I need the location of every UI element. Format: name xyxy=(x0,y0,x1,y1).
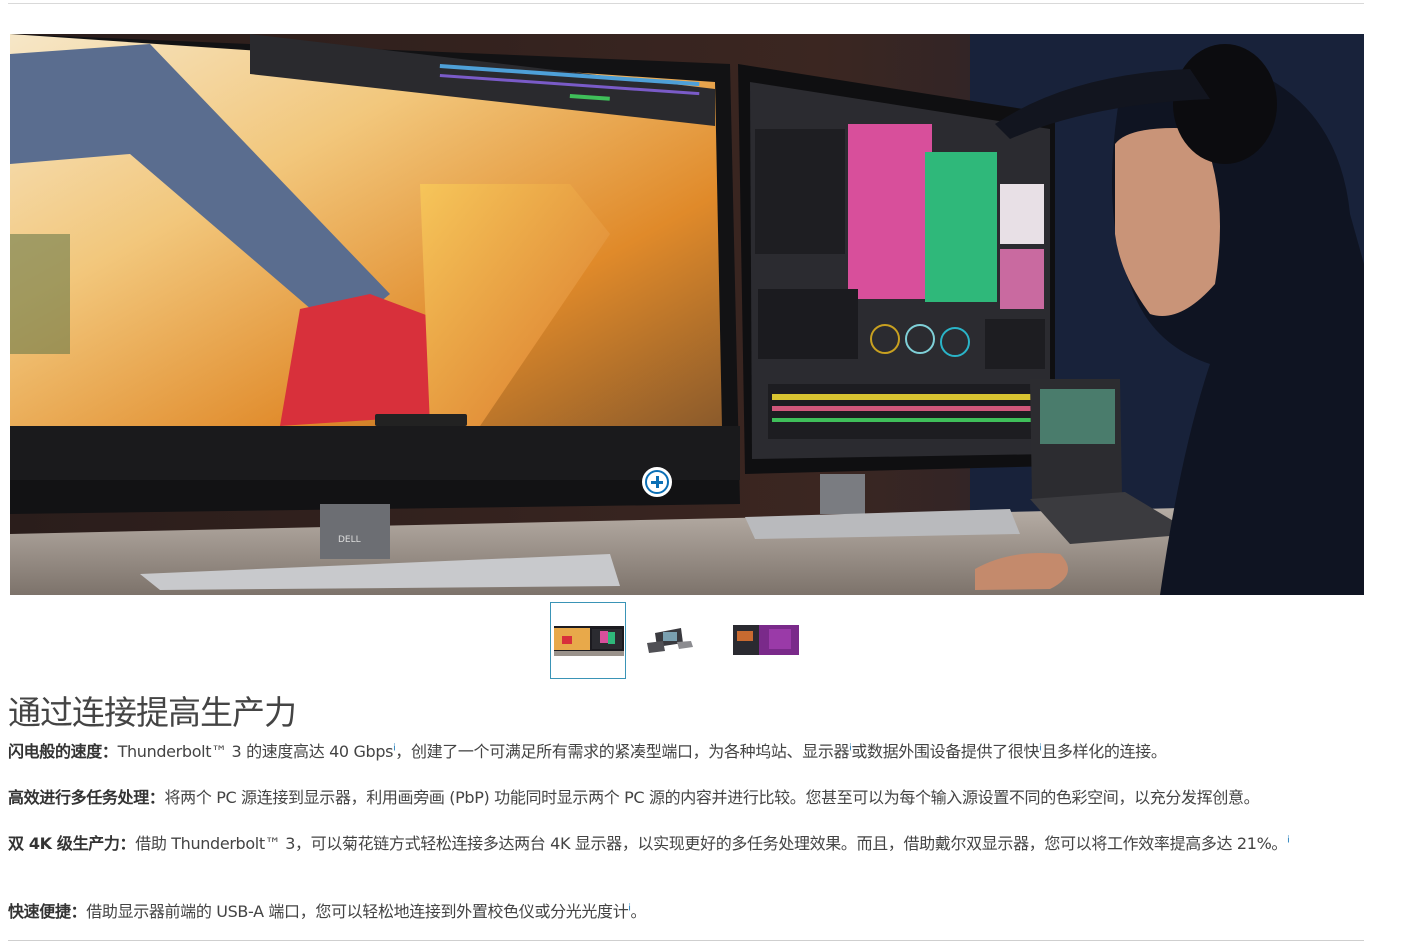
dell-logo: DELL xyxy=(338,535,361,545)
feature-multitasking-lead: 高效进行多任务处理： xyxy=(8,788,165,807)
section-title: 通过连接提高生产力 xyxy=(8,693,297,732)
thumbnail-1-image xyxy=(554,626,624,656)
thumbnail-1[interactable] xyxy=(550,602,626,679)
top-divider xyxy=(8,3,1364,4)
thumbnail-3[interactable] xyxy=(726,602,802,679)
feature-convenience-lead: 快速便捷： xyxy=(8,902,87,921)
thumbnail-strip xyxy=(550,602,820,679)
thumbnail-3-image xyxy=(729,625,799,655)
bottom-divider xyxy=(8,940,1364,941)
hero-illustration: DELL xyxy=(10,34,1364,595)
feature-speed-lead: 闪电般的速度： xyxy=(8,742,118,761)
feature-convenience: 快速便捷：借助显示器前端的 USB-A 端口，您可以轻松地连接到外置校色仪或分光… xyxy=(8,902,647,921)
feature-dual-4k: 双 4K 级生产力：借助 Thunderbolt™ 3，可以菊花链方式轻松连接多… xyxy=(8,834,1290,853)
footnote-link[interactable]: i xyxy=(1287,836,1290,846)
thumbnail-2[interactable] xyxy=(638,602,714,679)
feature-multitasking: 高效进行多任务处理：将两个 PC 源连接到显示器，利用画旁画 (PbP) 功能同… xyxy=(8,788,1260,807)
feature-dual-4k-lead: 双 4K 级生产力： xyxy=(8,834,136,853)
hero-image[interactable]: DELL xyxy=(10,34,1364,595)
feature-speed: 闪电般的速度：Thunderbolt™ 3 的速度高达 40 Gbpsi，创建了… xyxy=(8,742,1167,761)
zoom-button[interactable] xyxy=(642,467,672,497)
thumbnail-2-image xyxy=(641,625,711,655)
